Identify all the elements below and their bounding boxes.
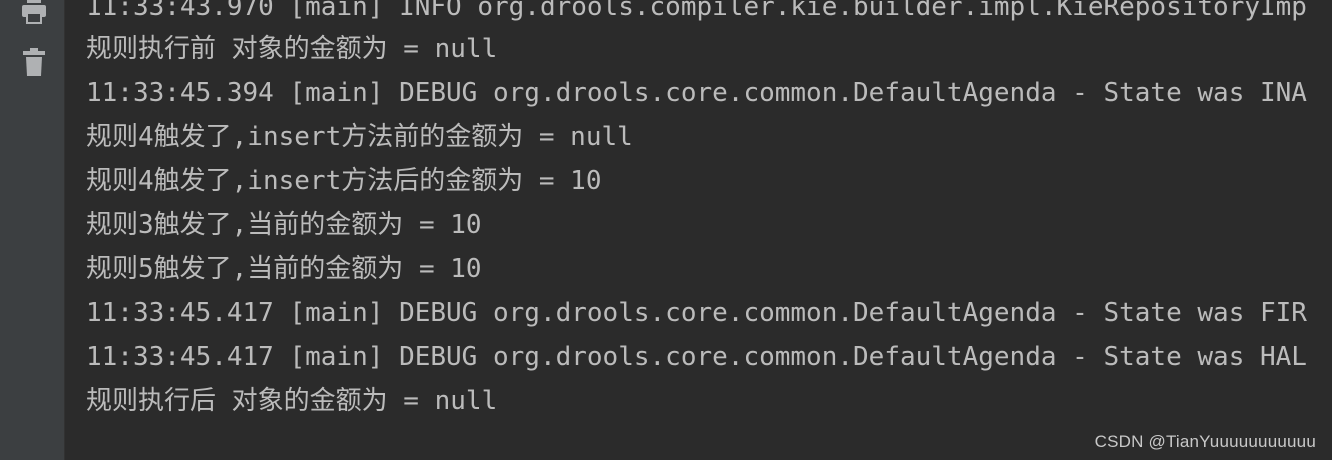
trash-icon <box>19 46 49 78</box>
console-line: 11:33:45.417 [main] DEBUG org.drools.cor… <box>86 342 1307 372</box>
print-icon <box>19 0 49 27</box>
console-line: 规则执行后 对象的金额为 = null <box>86 386 498 416</box>
console-toolbar <box>0 0 65 460</box>
watermark: CSDN @TianYuuuuuuuuuuu <box>1094 432 1316 451</box>
console-line: 规则执行前 对象的金额为 = null <box>86 34 498 64</box>
console-output[interactable]: 11:33:43.970 [main] INFO org.drools.comp… <box>86 0 1332 460</box>
clear-all-button[interactable] <box>16 44 52 80</box>
console-line: 规则4触发了,insert方法后的金额为 = 10 <box>86 166 602 196</box>
console-line: 11:33:45.394 [main] DEBUG org.drools.cor… <box>86 78 1307 108</box>
console-line: 11:33:43.970 [main] INFO org.drools.comp… <box>86 0 1307 22</box>
console-line: 规则3触发了,当前的金额为 = 10 <box>86 210 482 240</box>
print-button[interactable] <box>16 0 52 30</box>
console-window: 11:33:43.970 [main] INFO org.drools.comp… <box>0 0 1332 460</box>
console-line: 规则5触发了,当前的金额为 = 10 <box>86 254 482 284</box>
console-line: 规则4触发了,insert方法前的金额为 = null <box>86 122 633 152</box>
console-line: 11:33:45.417 [main] DEBUG org.drools.cor… <box>86 298 1307 328</box>
